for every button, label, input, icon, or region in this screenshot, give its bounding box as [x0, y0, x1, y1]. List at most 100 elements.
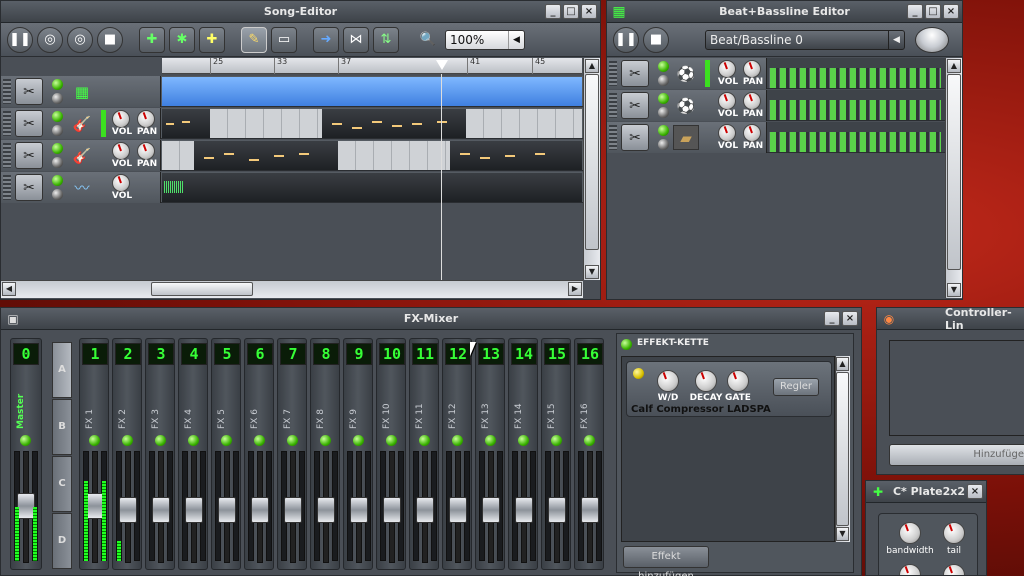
drag-grip-icon[interactable]: [3, 143, 11, 168]
volume-knob[interactable]: [112, 110, 130, 128]
solo-button[interactable]: [658, 107, 669, 118]
plate-reverb-titlebar[interactable]: ✚ C* Plate2x2 ×: [866, 481, 986, 503]
track-tools-icon[interactable]: ✂: [15, 142, 43, 169]
scroll-up-icon[interactable]: ▲: [836, 357, 849, 371]
scroll-thumb[interactable]: [585, 74, 599, 250]
channel-mute-led[interactable]: [452, 435, 463, 446]
scroll-down-icon[interactable]: ▼: [585, 265, 599, 279]
auto-scroll-icon[interactable]: ⇅: [373, 26, 399, 53]
beat-bassline-icon[interactable]: ▦: [69, 79, 95, 104]
channel-mute-led[interactable]: [485, 435, 496, 446]
track-lane[interactable]: [162, 172, 584, 203]
fx-channel-strip[interactable]: 15 FX 15: [541, 338, 571, 570]
track-tools-icon[interactable]: ✂: [15, 78, 43, 105]
volume-fader[interactable]: [515, 497, 533, 523]
bb-pattern-clip[interactable]: [162, 77, 582, 106]
volume-fader[interactable]: [548, 497, 566, 523]
volume-fader[interactable]: [416, 497, 434, 523]
drag-grip-icon[interactable]: [3, 111, 11, 136]
effect-plugin-box[interactable]: W/D DECAY GATE Regler Calf Compressor LA…: [626, 361, 832, 417]
volume-knob[interactable]: [112, 142, 130, 160]
fx-channel-strip[interactable]: 13 FX 13: [475, 338, 505, 570]
scroll-thumb[interactable]: [836, 372, 849, 526]
scroll-thumb[interactable]: [151, 282, 253, 296]
channel-name[interactable]: FX 7: [283, 379, 303, 429]
fx-channel-strip[interactable]: 4 FX 4: [178, 338, 208, 570]
channel-name[interactable]: FX 14: [514, 379, 534, 429]
gate-knob[interactable]: [727, 370, 749, 392]
minimize-button[interactable]: _: [907, 4, 923, 19]
mute-led[interactable]: [52, 111, 63, 122]
instrument-plugin-icon[interactable]: 🎸: [69, 143, 95, 168]
add-automation-track-icon[interactable]: ✚: [199, 26, 225, 53]
kicker-plugin-icon[interactable]: ⚽: [673, 93, 699, 118]
channel-mute-led[interactable]: [518, 435, 529, 446]
drag-grip-icon[interactable]: [3, 79, 11, 104]
pattern-clip[interactable]: [210, 109, 322, 138]
volume-knob[interactable]: [718, 92, 736, 110]
pattern-clip[interactable]: [450, 141, 582, 170]
song-editor-titlebar[interactable]: Song-Editor _ □ ×: [1, 1, 600, 23]
scroll-up-icon[interactable]: ▲: [947, 59, 961, 73]
close-button[interactable]: ×: [943, 4, 959, 19]
channel-name[interactable]: FX 16: [580, 379, 600, 429]
pattern-clip[interactable]: [194, 141, 338, 170]
channel-name[interactable]: Master: [16, 379, 36, 429]
track-tools-icon[interactable]: ✂: [15, 174, 43, 201]
channel-name[interactable]: FX 10: [382, 379, 402, 429]
decay-knob[interactable]: [695, 370, 717, 392]
pattern-clip[interactable]: [466, 109, 582, 138]
track-lane[interactable]: [162, 140, 584, 171]
horizontal-scrollbar[interactable]: ◀ ▶: [1, 280, 583, 298]
pattern-clip[interactable]: [162, 109, 210, 138]
pan-knob[interactable]: [743, 124, 761, 142]
sample-waveform-icon[interactable]: 〰: [69, 175, 95, 200]
solo-button[interactable]: [658, 75, 669, 86]
bank-button-c[interactable]: C: [52, 456, 72, 512]
pan-knob[interactable]: [137, 110, 155, 128]
volume-fader[interactable]: [383, 497, 401, 523]
record-icon[interactable]: ◎: [37, 26, 63, 53]
mute-led[interactable]: [52, 143, 63, 154]
bank-button-d[interactable]: D: [52, 513, 72, 569]
fx-channel-strip[interactable]: 3 FX 3: [145, 338, 175, 570]
add-sample-track-icon[interactable]: ✱: [169, 26, 195, 53]
scroll-thumb[interactable]: [947, 74, 961, 270]
channel-name[interactable]: FX 6: [250, 379, 270, 429]
fx-channel-strip[interactable]: 8 FX 8: [310, 338, 340, 570]
pan-knob[interactable]: [743, 92, 761, 110]
pattern-clip[interactable]: [162, 141, 194, 170]
volume-knob[interactable]: [718, 60, 736, 78]
play-icon[interactable]: ❚❚: [613, 26, 639, 53]
volume-fader[interactable]: [218, 497, 236, 523]
channel-mute-led[interactable]: [155, 435, 166, 446]
volume-fader[interactable]: [284, 497, 302, 523]
add-controller-button[interactable]: Hinzufüge: [889, 444, 1024, 466]
close-button[interactable]: ×: [842, 311, 858, 326]
channel-name[interactable]: FX 12: [448, 379, 468, 429]
pan-knob[interactable]: [743, 60, 761, 78]
volume-fader[interactable]: [482, 497, 500, 523]
volume-knob[interactable]: [718, 124, 736, 142]
damping-knob[interactable]: [899, 564, 921, 575]
track-tools-icon[interactable]: ✂: [621, 92, 649, 119]
maximize-button[interactable]: □: [925, 4, 941, 19]
drag-grip-icon[interactable]: [609, 61, 617, 86]
solo-button[interactable]: [52, 125, 63, 136]
channel-mute-led[interactable]: [386, 435, 397, 446]
instrument-plugin-icon[interactable]: 🎸: [69, 111, 95, 136]
channel-mute-led[interactable]: [221, 435, 232, 446]
channel-mute-led[interactable]: [254, 435, 265, 446]
channel-name[interactable]: FX 3: [151, 379, 171, 429]
fx-channel-strip[interactable]: 2 FX 2: [112, 338, 142, 570]
track-lane[interactable]: [162, 108, 584, 139]
fx-channel-strip[interactable]: 9 FX 9: [343, 338, 373, 570]
channel-name[interactable]: FX 4: [184, 379, 204, 429]
drag-grip-icon[interactable]: [609, 125, 617, 150]
solo-button[interactable]: [52, 157, 63, 168]
channel-mute-led[interactable]: [287, 435, 298, 446]
wet-dry-knob[interactable]: [657, 370, 679, 392]
channel-name[interactable]: FX 2: [118, 379, 138, 429]
loop-points-icon[interactable]: ⋈: [343, 26, 369, 53]
bandwidth-knob[interactable]: [899, 522, 921, 544]
